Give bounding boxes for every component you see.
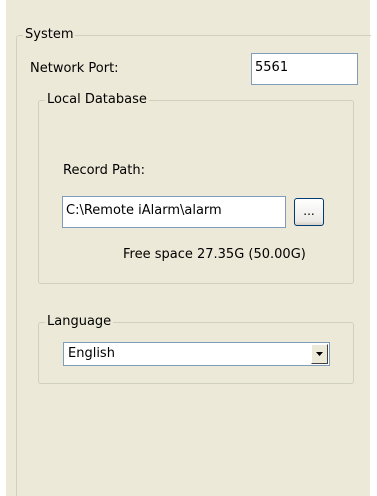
record-path-input[interactable]: C:\Remote iAlarm\alarm: [62, 196, 286, 228]
chevron-down-icon[interactable]: [311, 344, 328, 364]
language-selected-value: English: [68, 346, 115, 361]
record-path-label: Record Path:: [63, 163, 145, 178]
chevron-down-glyph: [316, 352, 323, 356]
local-database-legend: Local Database: [45, 92, 149, 108]
language-select[interactable]: English: [63, 342, 330, 366]
network-port-label: Network Port:: [30, 61, 119, 76]
settings-panel: System Network Port: 5561 Local Database…: [6, 0, 371, 496]
language-legend: Language: [45, 314, 114, 330]
browse-button[interactable]: ...: [294, 198, 324, 226]
network-port-input[interactable]: 5561: [251, 53, 358, 85]
free-space-text: Free space 27.35G (50.00G): [123, 247, 306, 262]
system-legend: System: [23, 27, 76, 43]
